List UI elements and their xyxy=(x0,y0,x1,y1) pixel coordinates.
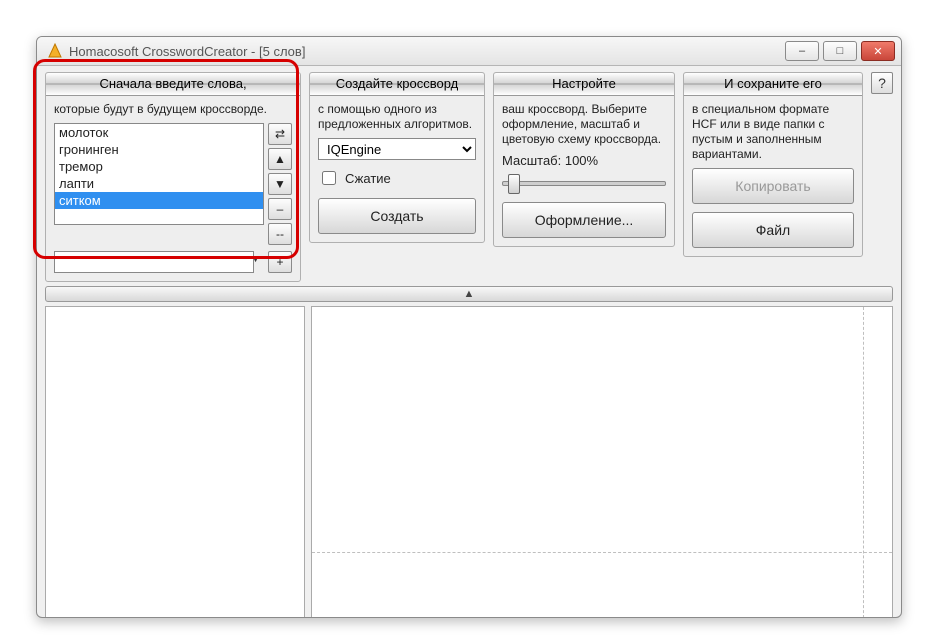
help-button[interactable]: ? xyxy=(871,72,893,94)
window-title: Homacosoft CrosswordCreator - [5 слов] xyxy=(69,44,785,59)
move-up-button[interactable]: ▲ xyxy=(268,148,292,170)
panel-settings: Настройте ваш кроссворд. Выберите оформл… xyxy=(493,72,675,247)
word-input[interactable] xyxy=(54,251,254,273)
move-down-button[interactable]: ▼ xyxy=(268,173,292,195)
slider-track xyxy=(502,181,666,186)
panel-words-desc: которые будут в будущем кроссворде. xyxy=(54,102,292,117)
side-pane xyxy=(45,306,305,618)
panel-words-header: Сначала введите слова, xyxy=(46,73,300,96)
top-panels-row: Сначала введите слова, которые будут в б… xyxy=(37,66,901,286)
compress-checkbox-row[interactable]: Сжатие xyxy=(318,168,476,188)
canvas-pane[interactable] xyxy=(311,306,893,618)
panel-words: Сначала введите слова, которые будут в б… xyxy=(45,72,301,282)
app-icon xyxy=(47,43,63,59)
style-button[interactable]: Оформление... xyxy=(502,202,666,238)
scale-slider[interactable] xyxy=(502,172,666,192)
copy-button[interactable]: Копировать xyxy=(692,168,854,204)
compress-label: Сжатие xyxy=(345,171,391,186)
panel-save: И сохраните его в специальном формате HC… xyxy=(683,72,863,257)
list-item[interactable]: гронинген xyxy=(55,141,263,158)
splitter-grip-icon: ▲ xyxy=(464,288,475,300)
list-item[interactable]: лапти xyxy=(55,175,263,192)
scale-label: Масштаб: 100% xyxy=(502,153,666,168)
maximize-button[interactable]: □ xyxy=(823,41,857,61)
panel-save-header: И сохраните его xyxy=(684,73,862,96)
minimize-button[interactable]: – xyxy=(785,41,819,61)
list-item-selected[interactable]: ситком xyxy=(55,192,263,209)
panel-create: Создайте кроссворд с помощью одного из п… xyxy=(309,72,485,243)
sort-button[interactable]: ⇄ xyxy=(268,123,292,145)
file-button[interactable]: Файл xyxy=(692,212,854,248)
algorithm-select[interactable]: IQEngine xyxy=(318,138,476,160)
window-buttons: – □ ✕ xyxy=(785,41,895,61)
splitter-bar[interactable]: ▲ xyxy=(45,286,893,302)
panel-save-desc: в специальном формате HCF или в виде пап… xyxy=(692,102,854,162)
list-item[interactable]: молоток xyxy=(55,124,263,141)
guide-horizontal xyxy=(312,552,892,553)
compress-checkbox[interactable] xyxy=(322,171,336,185)
list-item[interactable]: тремор xyxy=(55,158,263,175)
create-button[interactable]: Создать xyxy=(318,198,476,234)
titlebar: Homacosoft CrosswordCreator - [5 слов] –… xyxy=(37,37,901,66)
guide-vertical xyxy=(863,307,864,618)
remove-all-button[interactable]: -- xyxy=(268,223,292,245)
slider-thumb[interactable] xyxy=(508,174,520,194)
panel-settings-header: Настройте xyxy=(494,73,674,96)
remove-button[interactable]: – xyxy=(268,198,292,220)
panel-create-header: Создайте кроссворд xyxy=(310,73,484,96)
word-list[interactable]: молоток гронинген тремор лапти ситком xyxy=(54,123,264,225)
workspace xyxy=(45,306,893,618)
panel-settings-desc: ваш кроссворд. Выберите оформление, масш… xyxy=(502,102,666,147)
close-button[interactable]: ✕ xyxy=(861,41,895,61)
add-word-button[interactable]: + xyxy=(268,251,292,273)
app-window: Homacosoft CrosswordCreator - [5 слов] –… xyxy=(36,36,902,618)
panel-create-desc: с помощью одного из предложенных алгорит… xyxy=(318,102,476,132)
